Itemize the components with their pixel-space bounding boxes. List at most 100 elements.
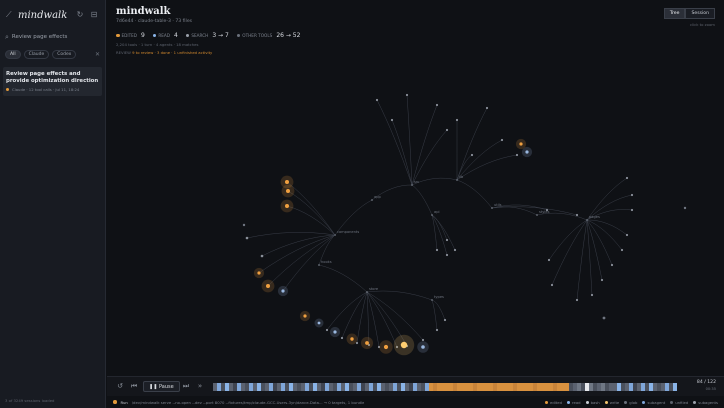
speed-icon[interactable]: » (195, 382, 205, 390)
pause-button[interactable]: ❚❚ Pause (143, 381, 180, 392)
file-node[interactable] (242, 223, 246, 227)
folder-node[interactable] (318, 264, 320, 266)
logo-row: ⟋ mindwalk ↻ ⊟ (0, 0, 105, 30)
filter-chip-codex[interactable]: Codex (52, 50, 77, 59)
read-file-node[interactable] (317, 321, 321, 325)
file-node[interactable] (453, 248, 457, 252)
stat-value: 4 (174, 32, 178, 39)
edited-file-node[interactable] (519, 142, 523, 146)
graph-edge (258, 234, 336, 274)
file-node[interactable] (375, 98, 379, 102)
file-node[interactable] (445, 253, 449, 257)
legend-label: subagents (698, 399, 718, 405)
filter-chip-claude[interactable]: Claude (23, 50, 50, 59)
file-node[interactable] (470, 153, 474, 157)
edited-file-node[interactable] (303, 314, 307, 318)
file-node[interactable] (325, 328, 329, 332)
file-node[interactable] (550, 283, 554, 287)
file-node[interactable] (435, 103, 439, 107)
legend-item: edited (544, 400, 562, 405)
active-file-node[interactable] (400, 341, 408, 349)
node-label: src (414, 180, 419, 184)
file-node[interactable] (455, 118, 459, 122)
file-node[interactable] (405, 93, 409, 97)
file-node[interactable] (630, 208, 634, 212)
file-node[interactable] (620, 248, 624, 252)
node-label: utils (494, 203, 502, 207)
folder-node[interactable] (366, 291, 368, 293)
file-node[interactable] (500, 138, 504, 142)
file-node[interactable] (435, 248, 439, 252)
edited-file-node[interactable] (257, 271, 261, 275)
file-node[interactable] (602, 316, 606, 320)
read-file-node[interactable] (421, 345, 425, 349)
folder-node[interactable] (431, 214, 433, 216)
file-node[interactable] (485, 106, 489, 110)
edited-file-node[interactable] (285, 180, 289, 184)
file-node[interactable] (435, 328, 439, 332)
restart-icon[interactable]: ↺ (115, 382, 125, 390)
tree-button[interactable]: Tree (663, 8, 686, 19)
file-node[interactable] (630, 193, 634, 197)
step-back-icon[interactable]: ⏮ (129, 382, 139, 391)
folder-node[interactable] (456, 179, 458, 181)
folder-node[interactable] (586, 219, 588, 221)
file-node[interactable] (547, 258, 551, 262)
read-file-node[interactable] (525, 150, 529, 154)
session-item[interactable]: Review page effects and provide optimiza… (3, 67, 102, 96)
step-forward-icon[interactable]: ⏭ (181, 382, 191, 391)
file-node[interactable] (421, 338, 425, 342)
file-node[interactable] (600, 278, 604, 282)
graph-edge (431, 299, 446, 321)
review-items[interactable]: 9 to review · 3 done · 1 unfinished acti… (132, 50, 212, 55)
clear-filter-icon[interactable]: ✕ (95, 51, 100, 58)
file-node[interactable] (445, 238, 449, 242)
edited-file-node[interactable] (350, 337, 354, 341)
file-node[interactable] (610, 263, 614, 267)
file-node[interactable] (340, 336, 344, 340)
edited-file-node[interactable] (285, 204, 289, 208)
file-node[interactable] (445, 128, 449, 132)
file-node[interactable] (245, 236, 249, 240)
edited-file-node[interactable] (266, 284, 270, 288)
filter-chips: All Claude Codex ✕ (5, 50, 100, 59)
session-button[interactable]: Session (685, 8, 715, 19)
timeline-scrubber[interactable] (213, 383, 677, 391)
folder-node[interactable] (371, 199, 373, 201)
file-node[interactable] (515, 153, 519, 157)
graph-edge (586, 219, 623, 251)
status-bar: Run /dev/mindwalk serve --no-open --dev … (107, 396, 724, 408)
file-node[interactable] (260, 254, 264, 258)
stat-label: OTHER TOOLS (242, 33, 273, 38)
folder-node[interactable] (536, 214, 538, 216)
search-bar[interactable]: ⌕ Review page effects (5, 30, 100, 44)
legend-dot-icon (585, 400, 589, 404)
file-node[interactable] (443, 318, 447, 322)
timeline-segment[interactable] (673, 383, 677, 391)
file-node[interactable] (575, 213, 579, 217)
file-node[interactable] (575, 298, 579, 302)
filter-chip-all[interactable]: All (5, 50, 21, 59)
folder-node[interactable] (491, 207, 493, 209)
edited-file-node[interactable] (383, 344, 389, 350)
legend-dot-icon (693, 400, 697, 404)
edited-file-node[interactable] (365, 341, 369, 345)
read-file-node[interactable] (281, 289, 285, 293)
file-tree-graph[interactable]: src app components lib utils styles pages api ho… (107, 60, 724, 372)
file-node[interactable] (625, 233, 629, 237)
edited-file-node[interactable] (286, 189, 290, 193)
collapse-sidebar-icon[interactable]: ⊟ (89, 10, 99, 20)
folder-node[interactable] (431, 299, 433, 301)
file-node[interactable] (683, 206, 687, 210)
file-node[interactable] (625, 176, 629, 180)
edited-dot-icon (116, 33, 120, 38)
node-label: pages (589, 215, 600, 219)
search-input[interactable]: Review page effects (12, 34, 67, 40)
read-file-node[interactable] (333, 330, 337, 334)
app-logo: mindwalk (18, 9, 68, 21)
folder-node[interactable] (411, 184, 413, 186)
file-node[interactable] (590, 293, 594, 297)
file-node[interactable] (390, 118, 394, 122)
refresh-icon[interactable]: ↻ (75, 10, 85, 20)
header: mindwalk 7d6e44 · claude-table-3 · 73 fi… (116, 6, 300, 55)
